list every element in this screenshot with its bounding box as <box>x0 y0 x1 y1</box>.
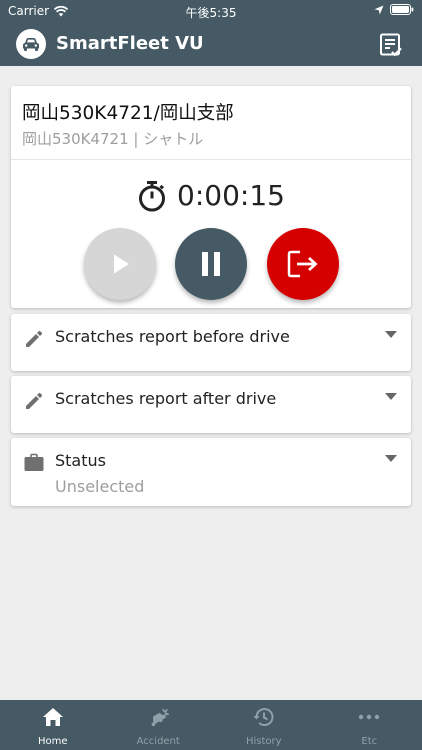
history-icon <box>253 706 275 728</box>
status-time: 午後5:35 <box>185 6 237 20</box>
nav-history[interactable]: History <box>211 700 317 750</box>
app-bar: SmartFleet VU <box>0 22 422 66</box>
battery-icon <box>390 4 414 15</box>
status-select-row[interactable]: Status Unselected <box>11 438 411 506</box>
pencil-icon <box>26 330 43 347</box>
briefcase-icon <box>24 453 44 471</box>
nav-home-label: Home <box>37 736 68 747</box>
nav-home[interactable]: Home <box>0 700 106 750</box>
pause-icon <box>202 252 220 276</box>
pause-button[interactable] <box>175 228 247 300</box>
nav-accident-label: Accident <box>136 736 180 747</box>
drive-card: 岡山530K4721/岡山支部 岡山530K4721 | シャトル 0:00:1… <box>11 86 411 308</box>
exit-icon <box>287 250 318 278</box>
stopwatch-icon <box>139 180 166 211</box>
accident-icon <box>147 706 170 728</box>
car-icon <box>16 29 46 59</box>
status-label: Status <box>55 451 106 470</box>
nav-etc[interactable]: Etc <box>317 700 422 750</box>
status-value: Unselected <box>55 477 145 496</box>
app-title: SmartFleet VU <box>56 33 204 54</box>
chevron-down-icon <box>385 455 397 462</box>
chevron-down-icon <box>385 393 397 400</box>
timer-value: 0:00:15 <box>177 179 285 212</box>
start-button[interactable] <box>84 228 156 300</box>
vehicle-subtitle: 岡山530K4721 | シャトル <box>22 130 204 148</box>
checklist-icon[interactable] <box>378 32 404 58</box>
location-arrow-icon <box>374 5 384 14</box>
chevron-down-icon <box>385 331 397 338</box>
drive-timer: 0:00:15 <box>11 179 411 212</box>
home-icon <box>42 706 64 728</box>
report-after-drive-row[interactable]: Scratches report after drive <box>11 376 411 433</box>
end-drive-button[interactable] <box>267 228 339 300</box>
report-after-drive-label: Scratches report after drive <box>55 389 277 408</box>
card-divider <box>11 159 411 160</box>
nav-history-label: History <box>245 736 282 747</box>
nav-etc-label: Etc <box>361 736 378 747</box>
vehicle-title: 岡山530K4721/岡山支部 <box>22 103 234 124</box>
pencil-icon <box>26 392 43 409</box>
play-icon <box>114 254 129 274</box>
nav-accident[interactable]: Accident <box>106 700 212 750</box>
status-right-group <box>374 4 414 15</box>
report-before-drive-label: Scratches report before drive <box>55 327 290 346</box>
more-icon <box>358 706 380 728</box>
status-bar: Carrier 午後5:35 <box>0 0 422 22</box>
report-before-drive-row[interactable]: Scratches report before drive <box>11 314 411 371</box>
bottom-navigation: Home Accident History Etc <box>0 700 422 750</box>
